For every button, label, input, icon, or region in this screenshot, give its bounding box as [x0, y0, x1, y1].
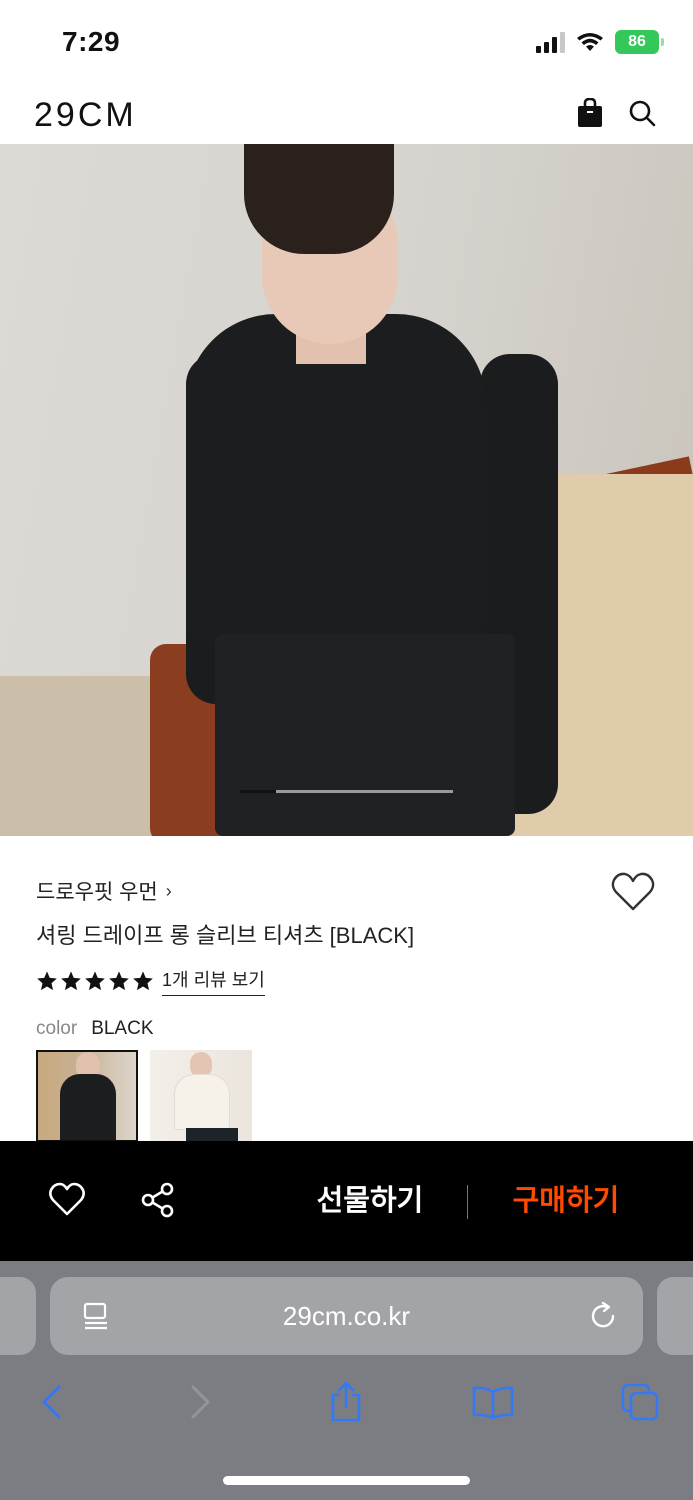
browser-nav-row: [0, 1369, 693, 1439]
gift-button[interactable]: 선물하기: [300, 1179, 440, 1223]
battery-level: 86: [628, 33, 646, 50]
tabs-icon: [621, 1383, 659, 1421]
home-indicator[interactable]: [223, 1476, 470, 1485]
swatch-black[interactable]: [36, 1050, 138, 1142]
rating-row: 1개 리뷰 보기: [36, 966, 265, 996]
bookmarks-button[interactable]: [470, 1379, 516, 1425]
back-button[interactable]: [28, 1379, 74, 1425]
carousel-progress-indicator: [240, 790, 276, 793]
color-label: color: [36, 1018, 78, 1039]
product-name: 셔링 드레이프 롱 슬리브 티셔츠 [BLACK]: [36, 923, 415, 948]
status-icons: 86: [536, 30, 664, 54]
color-value: BLACK: [91, 1018, 154, 1039]
status-bar: 7:29 86: [0, 0, 693, 88]
rating-stars: [36, 970, 154, 992]
star-icon: [109, 971, 129, 991]
reload-icon[interactable]: [587, 1300, 619, 1332]
share-page-button[interactable]: [323, 1379, 369, 1425]
product-image-carousel[interactable]: [0, 144, 693, 836]
shopping-bag-icon: [578, 98, 602, 127]
brand-name: 드로우핏 우먼: [36, 881, 158, 904]
browser-toolbar: 29cm.co.kr: [0, 1261, 693, 1500]
chevron-right-icon: ›: [165, 880, 172, 901]
wishlist-heart-icon[interactable]: [48, 1181, 86, 1219]
purchase-action-bar: 선물하기 구매하기: [0, 1141, 693, 1261]
action-divider: [467, 1185, 468, 1219]
search-icon: [629, 100, 656, 127]
color-row: color BLACK: [36, 1018, 154, 1040]
chevron-left-icon: [42, 1385, 61, 1419]
app-header: 29CM: [0, 88, 693, 144]
next-tab-peek[interactable]: [657, 1277, 693, 1355]
review-link[interactable]: 1개 리뷰 보기: [162, 966, 265, 996]
wifi-icon: [577, 33, 603, 51]
logo[interactable]: 29CM: [34, 96, 137, 135]
share-up-icon: [331, 1381, 361, 1422]
brand-link[interactable]: 드로우핏 우먼 ›: [36, 876, 172, 906]
share-icon[interactable]: [139, 1181, 177, 1219]
shopping-bag-button[interactable]: [573, 96, 607, 130]
cellular-signal-icon: [536, 31, 565, 53]
forward-button[interactable]: [178, 1379, 224, 1425]
reader-mode-icon[interactable]: [80, 1300, 112, 1332]
heart-icon[interactable]: [611, 872, 655, 912]
swatch-cream[interactable]: [150, 1050, 252, 1142]
buy-button[interactable]: 구매하기: [496, 1179, 636, 1223]
book-icon: [472, 1386, 514, 1420]
tabs-button[interactable]: [617, 1379, 663, 1425]
address-bar[interactable]: 29cm.co.kr: [50, 1277, 643, 1355]
search-button[interactable]: [625, 96, 659, 130]
image-model-hair: [244, 144, 394, 254]
color-swatches: [36, 1050, 252, 1142]
url-text: 29cm.co.kr: [282, 1301, 411, 1331]
chevron-right-icon: [191, 1385, 210, 1419]
status-time: 7:29: [62, 26, 121, 57]
star-icon: [133, 971, 153, 991]
product-info: 드로우핏 우먼 › 셔링 드레이프 롱 슬리브 티셔츠 [BLACK] 1개 리…: [0, 836, 693, 1142]
battery-icon: 86: [615, 30, 664, 54]
star-icon: [61, 971, 81, 991]
star-icon: [37, 971, 57, 991]
image-model-jeans: [215, 634, 515, 836]
previous-tab-peek[interactable]: [0, 1277, 36, 1355]
star-icon: [85, 971, 105, 991]
